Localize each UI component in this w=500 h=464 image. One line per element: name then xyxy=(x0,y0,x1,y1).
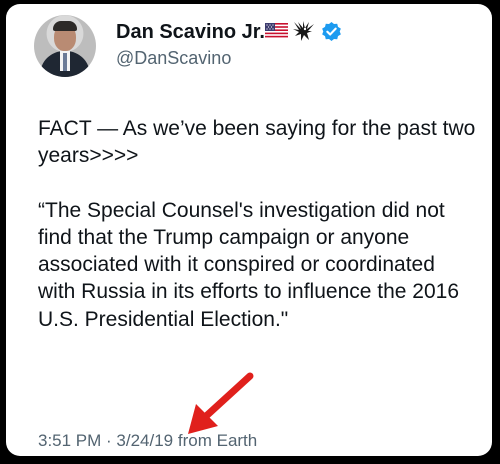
red-arrow-icon xyxy=(188,372,254,434)
tweet-text: FACT — As we’ve been saying for the past… xyxy=(38,115,478,333)
us-flag-icon xyxy=(265,23,288,39)
eagle-icon xyxy=(293,21,314,41)
verified-icon xyxy=(322,21,341,42)
author-display-name[interactable]: Dan Scavino Jr. xyxy=(116,19,265,45)
avatar-hair xyxy=(53,21,77,31)
meta-separator: · xyxy=(101,431,117,450)
tweet-card: Dan Scavino Jr. @DanScavino FACT — As we… xyxy=(6,4,492,456)
avatar-tie xyxy=(63,53,67,71)
author-avatar[interactable] xyxy=(34,15,96,77)
tweet-date: 3/24/19 xyxy=(116,431,174,450)
tweet-time: 3:51 PM xyxy=(38,431,102,450)
tweet-paragraph: FACT — As we’ve been saying for the past… xyxy=(38,117,476,168)
author-handle[interactable]: @DanScavino xyxy=(116,46,231,70)
tweet-quote-paragraph: “The Special Counsel's investigation did… xyxy=(38,198,460,331)
